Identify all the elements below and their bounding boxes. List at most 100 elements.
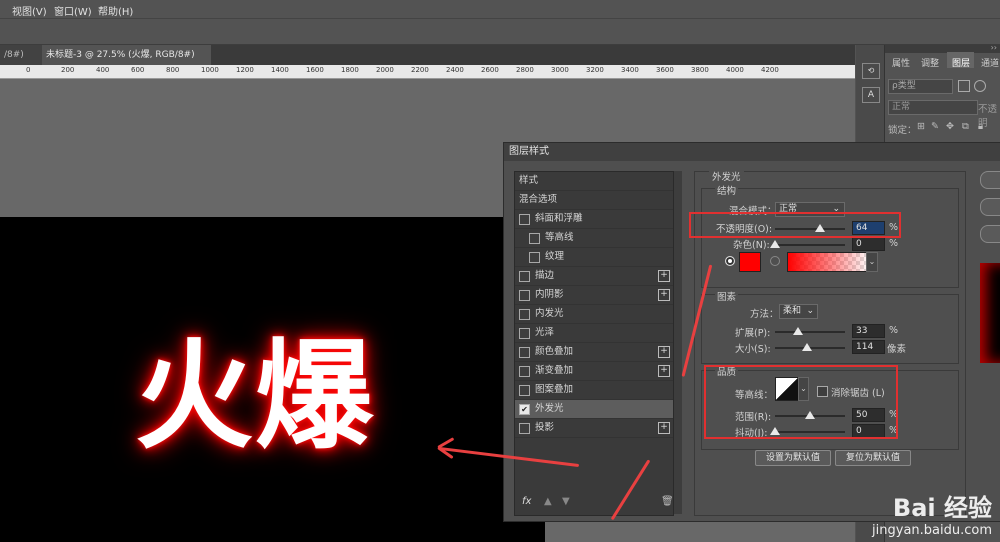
- ruler-label: 600: [131, 66, 145, 74]
- lock-move-icon[interactable]: ✥: [946, 121, 954, 132]
- style-list: 样式 混合选项 斜面和浮雕 等高线 纹理 描边 + 内阴影 + 内发光 光泽 颜色叠加 + 渐变叠加 + 图案…: [514, 171, 674, 516]
- history-icon[interactable]: ⟲: [862, 63, 880, 79]
- add-effect-icon[interactable]: +: [658, 422, 670, 434]
- style-list-item[interactable]: 图案叠加: [515, 381, 673, 400]
- style-list-item[interactable]: 纹理: [515, 248, 673, 267]
- menu-help[interactable]: 帮助(H): [98, 3, 133, 18]
- tab-previous-document[interactable]: /8#) *×: [0, 45, 44, 80]
- menu-window[interactable]: 窗口(W): [54, 3, 92, 18]
- horizontal-ruler[interactable]: 0 200 400 600 800 1000 1200 1400 1600 1800 2000 220…: [0, 65, 855, 79]
- adjustment-filter-icon[interactable]: [974, 80, 986, 92]
- chevron-down-icon: ⌄: [806, 306, 814, 316]
- style-list-item[interactable]: 颜色叠加 +: [515, 343, 673, 362]
- add-effect-icon[interactable]: +: [658, 346, 670, 358]
- style-checkbox[interactable]: [529, 233, 540, 244]
- ruler-label: 2000: [376, 66, 394, 74]
- style-checkbox[interactable]: ✔: [519, 404, 530, 415]
- annotation-highlight-quality: [704, 365, 898, 439]
- style-list-item[interactable]: 内阴影 +: [515, 286, 673, 305]
- tab-channels[interactable]: 通道: [981, 56, 999, 69]
- style-checkbox[interactable]: [529, 252, 540, 263]
- technique-select[interactable]: 柔和 ⌄: [779, 304, 818, 319]
- move-down-icon[interactable]: ▼: [562, 496, 570, 507]
- lock-label: 锁定：: [888, 125, 917, 136]
- add-effect-icon[interactable]: +: [658, 289, 670, 301]
- cancel-button[interactable]: [980, 198, 1000, 216]
- style-checkbox[interactable]: [519, 347, 530, 358]
- noise-slider-knob[interactable]: [770, 240, 780, 248]
- tab-active-document[interactable]: 未标题-3 @ 27.5% (火爆, RGB/8#) *×: [42, 45, 211, 80]
- style-list-item[interactable]: 斜面和浮雕: [515, 210, 673, 229]
- new-style-button[interactable]: [980, 225, 1000, 243]
- ok-button[interactable]: [980, 171, 1000, 189]
- style-checkbox[interactable]: [519, 328, 530, 339]
- watermark-brand: Bai 经验: [892, 494, 992, 522]
- tab-properties[interactable]: 属性: [892, 56, 910, 69]
- noise-slider[interactable]: [775, 244, 845, 246]
- style-list-scrollbar[interactable]: [674, 171, 682, 514]
- gradient-radio[interactable]: [770, 256, 780, 266]
- spread-slider-knob[interactable]: [793, 327, 804, 335]
- expand-icon[interactable]: ››: [991, 43, 997, 52]
- ruler-label: 1600: [306, 66, 324, 74]
- style-checkbox[interactable]: [519, 366, 530, 377]
- style-checkbox[interactable]: [519, 290, 530, 301]
- ruler-label: 800: [166, 66, 180, 74]
- chevron-down-icon[interactable]: ⌄: [866, 252, 878, 272]
- gradient-picker[interactable]: [787, 252, 867, 272]
- style-checkbox[interactable]: [519, 385, 530, 396]
- spread-slider[interactable]: [775, 331, 845, 333]
- style-checkbox[interactable]: [519, 271, 530, 282]
- lock-artboard-icon[interactable]: ⧉: [962, 121, 969, 132]
- size-input[interactable]: 114: [852, 340, 885, 354]
- ruler-label: 4200: [761, 66, 779, 74]
- style-list-item[interactable]: 等高线: [515, 229, 673, 248]
- character-icon[interactable]: A: [862, 87, 880, 103]
- style-list-item[interactable]: ✔ 外发光: [515, 400, 673, 419]
- style-checkbox[interactable]: [519, 214, 530, 225]
- set-default-button[interactable]: 设置为默认值: [755, 450, 831, 466]
- section-title: 外发光: [709, 169, 744, 183]
- fx-icon[interactable]: fx: [522, 496, 531, 507]
- style-list-item[interactable]: 描边 +: [515, 267, 673, 286]
- elements-title: 图素: [715, 289, 739, 303]
- layer-blend-mode[interactable]: 正常: [888, 100, 978, 115]
- ruler-label: 4000: [726, 66, 744, 74]
- style-list-item[interactable]: 混合选项: [515, 191, 673, 210]
- solid-color-radio[interactable]: [725, 256, 735, 266]
- tab-layers[interactable]: 图层: [952, 56, 970, 69]
- annotation-highlight-opacity: [689, 212, 901, 238]
- style-list-footer: fx ▲ ▼ 🗑︎: [516, 495, 674, 513]
- lock-pixels-icon[interactable]: ⊞: [917, 121, 925, 132]
- layer-kind-filter[interactable]: ρ类型: [888, 79, 953, 94]
- spread-input[interactable]: 33: [852, 324, 885, 338]
- noise-input[interactable]: 0: [852, 237, 885, 251]
- dialog-title-bar[interactable]: 图层样式: [504, 143, 1000, 161]
- lock-paint-icon[interactable]: ✎: [931, 121, 939, 132]
- size-slider-knob[interactable]: [802, 343, 813, 351]
- watermark-url: jingyan.baidu.com: [872, 523, 992, 538]
- ruler-label: 3400: [621, 66, 639, 74]
- style-checkbox[interactable]: [519, 309, 530, 320]
- style-list-item[interactable]: 样式: [515, 172, 673, 191]
- style-list-item[interactable]: 投影 +: [515, 419, 673, 438]
- ruler-label: 400: [96, 66, 110, 74]
- style-list-item[interactable]: 渐变叠加 +: [515, 362, 673, 381]
- style-item-label: 图案叠加: [535, 384, 574, 395]
- menu-view[interactable]: 视图(V): [12, 3, 47, 18]
- reset-default-button[interactable]: 复位为默认值: [835, 450, 911, 466]
- image-filter-icon[interactable]: [958, 80, 970, 92]
- ruler-label: 1200: [236, 66, 254, 74]
- add-effect-icon[interactable]: +: [658, 365, 670, 377]
- style-list-item[interactable]: 光泽: [515, 324, 673, 343]
- tab-adjustments[interactable]: 调整: [921, 56, 939, 69]
- lock-all-icon[interactable]: 🔒︎: [978, 121, 983, 132]
- move-up-icon[interactable]: ▲: [544, 496, 552, 507]
- style-item-label: 外发光: [535, 403, 564, 414]
- style-list-item[interactable]: 内发光: [515, 305, 673, 324]
- glow-color-swatch[interactable]: [739, 252, 761, 272]
- style-checkbox[interactable]: [519, 423, 530, 434]
- ruler-label: 200: [61, 66, 75, 74]
- add-effect-icon[interactable]: +: [658, 270, 670, 282]
- delete-icon[interactable]: 🗑︎: [661, 496, 674, 507]
